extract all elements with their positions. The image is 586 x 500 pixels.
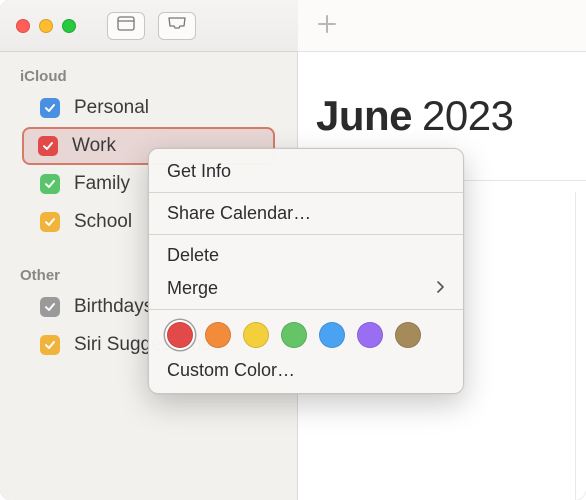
color-swatch[interactable] [281,322,307,348]
color-swatch[interactable] [357,322,383,348]
menu-get-info[interactable]: Get Info [149,155,463,188]
calendar-label: Work [72,135,116,157]
menu-item-label: Share Calendar… [167,203,311,224]
color-swatch-row [149,314,463,354]
menu-delete[interactable]: Delete [149,239,463,272]
calendar-checkbox[interactable] [40,98,60,118]
calendar-item-personal[interactable]: Personal [0,89,297,127]
calendar-label: Birthdays [74,296,153,318]
date-title: June 2023 [298,52,586,140]
menu-separator [149,192,463,193]
menu-custom-color[interactable]: Custom Color… [149,354,463,387]
color-swatch[interactable] [319,322,345,348]
sidebar-section-header: iCloud [0,60,297,89]
year-label: 2023 [422,92,513,140]
chevron-right-icon [436,280,445,298]
calendar-checkbox[interactable] [40,335,60,355]
color-swatch[interactable] [167,322,193,348]
calendar-checkbox[interactable] [40,174,60,194]
menu-separator [149,234,463,235]
calendar-icon [117,15,135,36]
menu-item-label: Merge [167,278,218,299]
calendar-label: Personal [74,97,149,119]
calendar-label: School [74,211,132,233]
color-swatch[interactable] [205,322,231,348]
minimize-window-button[interactable] [39,19,53,33]
menu-item-label: Get Info [167,161,231,182]
inbox-icon [167,16,187,35]
calendar-checkbox[interactable] [40,212,60,232]
menu-share-calendar[interactable]: Share Calendar… [149,197,463,230]
zoom-window-button[interactable] [62,19,76,33]
menu-item-label: Delete [167,245,219,266]
add-event-button[interactable] [316,11,338,41]
color-swatch[interactable] [243,322,269,348]
color-swatch[interactable] [395,322,421,348]
calendar-label: Family [74,173,130,195]
menu-item-label: Custom Color… [167,360,295,381]
menu-separator [149,309,463,310]
calendar-checkbox[interactable] [40,297,60,317]
month-label: June [316,92,412,140]
main-toolbar [298,0,586,52]
close-window-button[interactable] [16,19,30,33]
calendar-checkbox[interactable] [38,136,58,156]
inbox-button[interactable] [158,12,196,40]
context-menu: Get Info Share Calendar… Delete Merge Cu… [148,148,464,394]
menu-merge[interactable]: Merge [149,272,463,305]
calendar-view-button[interactable] [107,12,145,40]
grid-line [575,192,576,500]
